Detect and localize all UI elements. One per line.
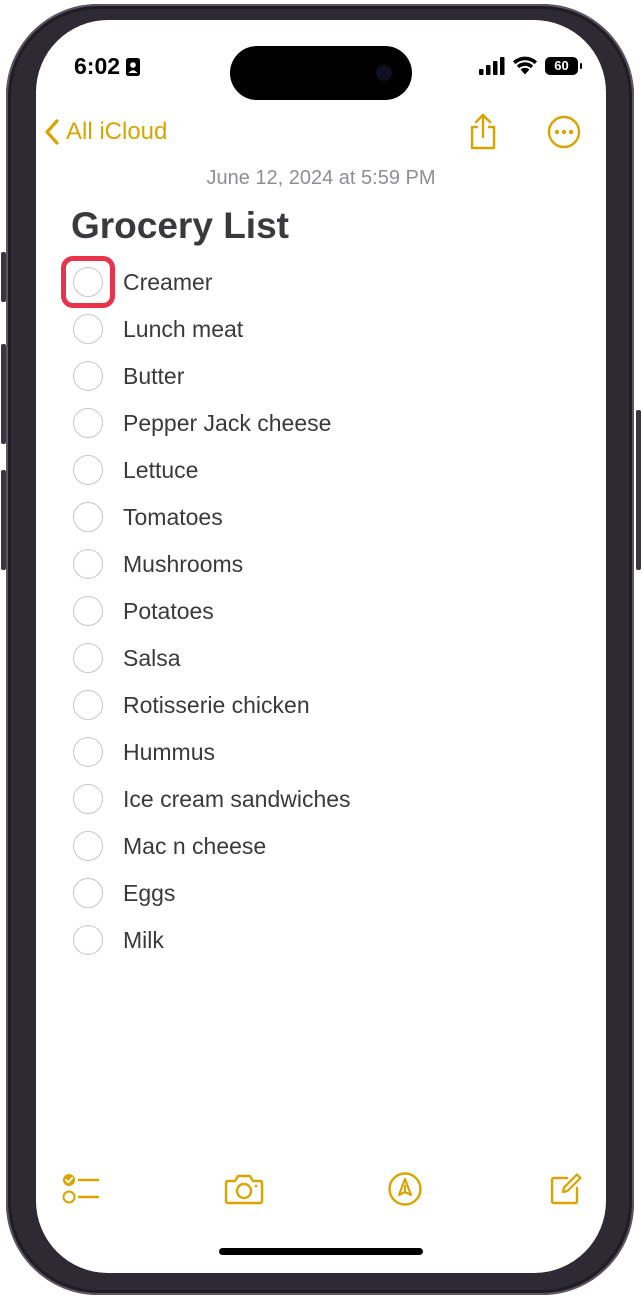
checklist-button[interactable] [57, 1165, 105, 1213]
checkbox-circle[interactable] [73, 408, 103, 438]
checkbox-circle[interactable] [73, 831, 103, 861]
note-date: June 12, 2024 at 5:59 PM [206, 167, 436, 189]
checklist-item-label: Lettuce [123, 457, 199, 483]
checklist-item[interactable]: Lunch meat [36, 307, 606, 354]
checklist-item[interactable]: Rotisserie chicken [36, 683, 606, 730]
more-button[interactable] [544, 112, 584, 152]
checkbox-circle[interactable] [73, 549, 103, 579]
checklist-item-label: Salsa [123, 645, 181, 671]
checklist-item[interactable]: Eggs [36, 871, 606, 918]
checklist-item[interactable]: Milk [36, 918, 606, 965]
checklist-item-label: Mushrooms [123, 551, 244, 577]
compose-button[interactable] [542, 1165, 590, 1213]
checkbox-circle[interactable] [73, 361, 103, 391]
nav-bar: All iCloud [36, 112, 606, 156]
status-time: 6:02 [74, 53, 141, 80]
focus-contact-icon [126, 57, 141, 76]
checklist-item[interactable]: Hummus [36, 730, 606, 777]
note-title[interactable]: Grocery List [71, 205, 289, 247]
checklist-item[interactable]: Mac n cheese [36, 824, 606, 871]
checklist-item-label: Eggs [123, 880, 176, 906]
checkbox-circle[interactable] [73, 267, 103, 297]
home-indicator[interactable] [219, 1248, 423, 1255]
checkbox-circle[interactable] [73, 502, 103, 532]
dynamic-island [230, 46, 412, 100]
checkbox-circle[interactable] [73, 878, 103, 908]
checklist-item[interactable]: Creamer [36, 256, 606, 308]
wifi-icon [513, 56, 537, 75]
markup-button[interactable] [381, 1165, 429, 1213]
checkbox-circle[interactable] [73, 690, 103, 720]
checklist-item[interactable]: Potatoes [36, 589, 606, 636]
checklist-item[interactable]: Lettuce [36, 448, 606, 495]
checkbox-circle[interactable] [73, 643, 103, 673]
checklist-item[interactable]: Mushrooms [36, 542, 606, 589]
checklist-item-label: Ice cream sandwiches [123, 786, 351, 812]
back-button[interactable]: All iCloud [44, 112, 167, 152]
status-icons: 60 [479, 56, 582, 75]
checklist-item-label: Rotisserie chicken [123, 692, 310, 718]
camera-icon [224, 1174, 264, 1205]
checkbox-circle[interactable] [73, 314, 103, 344]
ellipsis-circle-icon [547, 115, 581, 149]
status-bar: 6:02 60 [36, 20, 606, 110]
bottom-toolbar [36, 1165, 606, 1213]
checklist-item[interactable]: Tomatoes [36, 495, 606, 542]
cellular-signal-icon [479, 56, 505, 75]
compose-icon [550, 1173, 582, 1205]
battery-icon: 60 [545, 56, 582, 75]
checklist-item-label: Tomatoes [123, 504, 223, 530]
power-button [636, 410, 641, 570]
share-button[interactable] [463, 112, 503, 152]
markup-pen-icon [388, 1172, 422, 1206]
checklist-item-label: Mac n cheese [123, 833, 267, 859]
checklist-item[interactable]: Salsa [36, 636, 606, 683]
checkbox-circle[interactable] [73, 737, 103, 767]
checklist-item-label: Potatoes [123, 598, 214, 624]
camera-lens [376, 65, 392, 81]
checklist-item[interactable]: Butter [36, 354, 606, 401]
checklist-icon [62, 1174, 100, 1204]
checkbox-circle[interactable] [73, 596, 103, 626]
checklist-item[interactable]: Ice cream sandwiches [36, 777, 606, 824]
checklist-item-label: Butter [123, 363, 185, 389]
checklist: Creamer Lunch meat Butter Pepper Jack ch… [36, 256, 606, 965]
screen: 6:02 60 All iCloud June 12, 2024 at 5:59… [36, 20, 606, 1273]
checkbox-circle[interactable] [73, 784, 103, 814]
checklist-item-label: Creamer [123, 269, 213, 295]
checklist-item-label: Pepper Jack cheese [123, 410, 332, 436]
camera-button[interactable] [220, 1165, 268, 1213]
volume-down-button [1, 470, 6, 570]
share-icon [470, 113, 496, 150]
checkbox-circle[interactable] [73, 455, 103, 485]
checklist-item[interactable]: Pepper Jack cheese [36, 401, 606, 448]
back-button-label: All iCloud [66, 118, 168, 145]
checklist-item-label: Lunch meat [123, 316, 244, 342]
checkbox-circle[interactable] [73, 925, 103, 955]
action-button [1, 252, 6, 302]
volume-up-button [1, 344, 6, 444]
chevron-left-icon [45, 119, 59, 145]
checklist-item-label: Milk [123, 927, 164, 953]
checklist-item-label: Hummus [123, 739, 216, 765]
